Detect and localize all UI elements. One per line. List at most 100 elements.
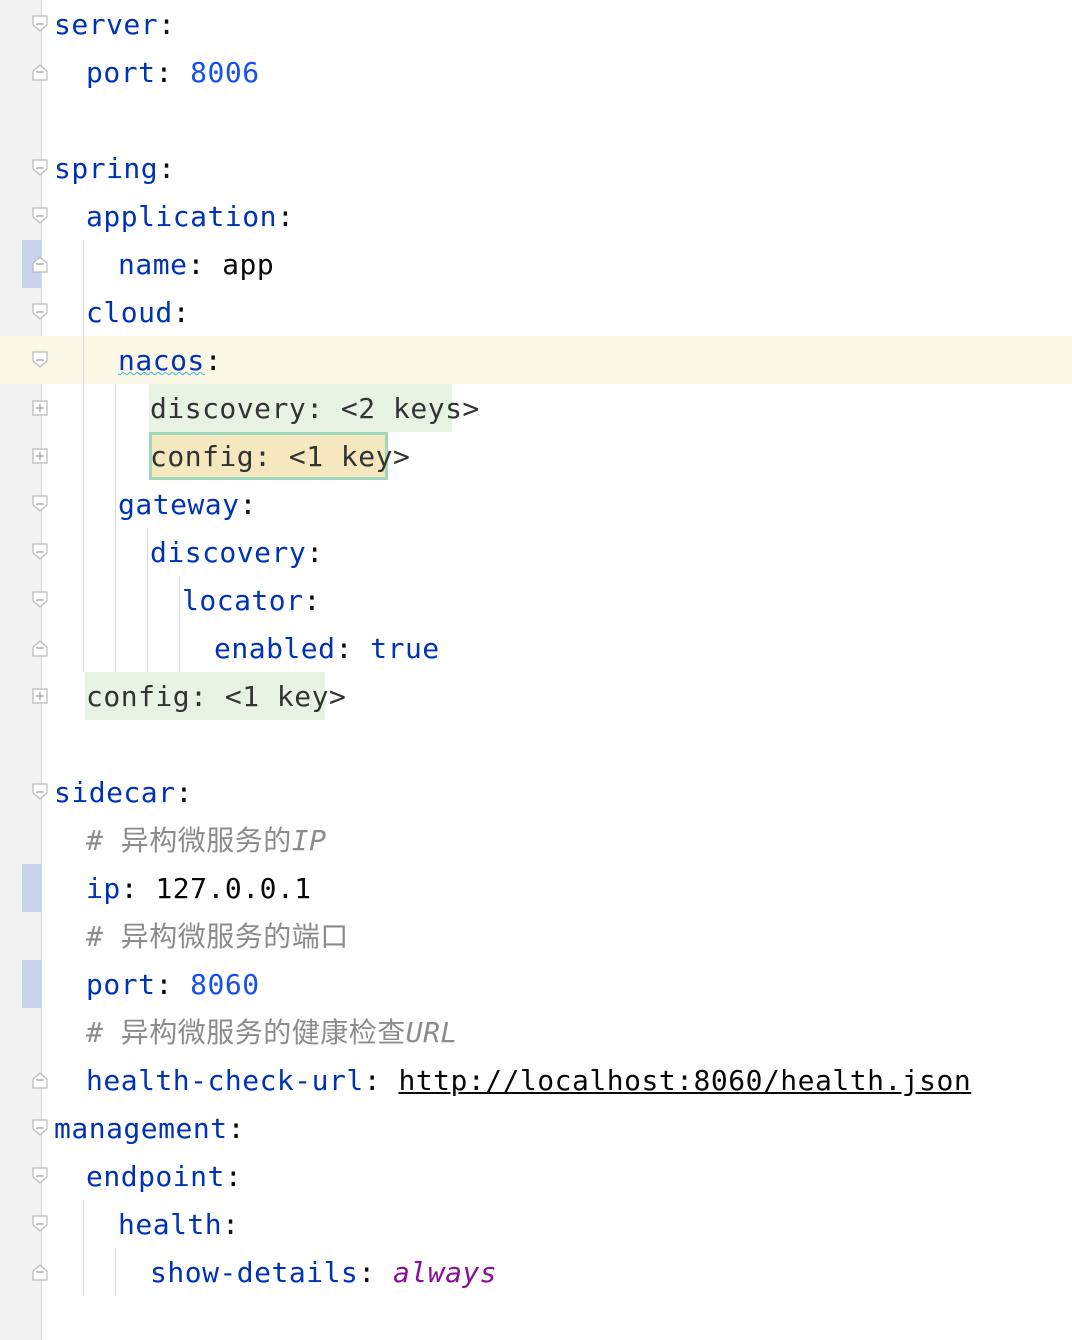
yaml-entry: port: 8060 (86, 968, 260, 1002)
yaml-entry: gateway: (118, 488, 257, 522)
fold-close-icon[interactable] (31, 639, 49, 657)
fold-open-icon[interactable] (31, 15, 49, 33)
code-line[interactable] (0, 96, 1072, 144)
yaml-key: application (86, 200, 277, 233)
folded-placeholder-text: discovery: <2 keys> (150, 392, 480, 425)
indent-guide (115, 384, 116, 672)
code-line[interactable]: health-check-url: http://localhost:8060/… (0, 1056, 1072, 1104)
yaml-entry: locator: (182, 584, 321, 618)
comment-text: # 异构微服务的健康检查 (86, 1016, 406, 1049)
code-line[interactable]: nacos: (0, 336, 1072, 384)
yaml-entry: server: (54, 8, 176, 42)
yaml-key: cloud (86, 296, 173, 329)
yaml-colon: : (158, 152, 176, 185)
code-line[interactable]: config: <1 key> (0, 672, 1072, 720)
code-line[interactable]: config: <1 key> (0, 432, 1072, 480)
fold-open-icon[interactable] (31, 159, 49, 177)
code-line[interactable]: # 异构微服务的IP (0, 816, 1072, 864)
code-line[interactable]: cloud: (0, 288, 1072, 336)
folded-region[interactable]: discovery: <2 keys> (149, 384, 479, 432)
yaml-key: locator (182, 584, 304, 617)
yaml-value: always (393, 1256, 498, 1289)
fold-close-icon[interactable] (31, 1071, 49, 1089)
yaml-key: sidecar (54, 776, 176, 809)
fold-open-icon[interactable] (31, 1167, 49, 1185)
yaml-value: 8006 (190, 56, 260, 89)
yaml-colon: : (158, 8, 176, 41)
yaml-entry: sidecar: (54, 776, 193, 810)
code-line[interactable]: port: 8060 (0, 960, 1072, 1008)
yaml-key: spring (54, 152, 159, 185)
comment-text-italic: IP (291, 824, 327, 857)
fold-open-icon[interactable] (31, 495, 49, 513)
code-line[interactable]: locator: (0, 576, 1072, 624)
yaml-entry: name: app (118, 248, 274, 282)
yaml-entry: nacos: (118, 344, 222, 378)
yaml-key: enabled (214, 632, 336, 665)
fold-open-icon[interactable] (31, 207, 49, 225)
code-line[interactable]: discovery: (0, 528, 1072, 576)
yaml-entry: cloud: (86, 296, 190, 330)
yaml-colon: : (222, 1208, 240, 1241)
code-line[interactable]: port: 8006 (0, 48, 1072, 96)
folded-region[interactable]: config: <1 key> (85, 672, 346, 720)
code-line[interactable]: sidecar: (0, 768, 1072, 816)
fold-open-icon[interactable] (31, 543, 49, 561)
yaml-colon: : (239, 488, 257, 521)
changed-line-marker[interactable] (22, 960, 41, 1008)
code-line[interactable]: # 异构微服务的健康检查URL (0, 1008, 1072, 1056)
yaml-value: app (222, 248, 275, 281)
code-line[interactable]: enabled: true (0, 624, 1072, 672)
indent-guide (83, 240, 84, 672)
yaml-key: health-check-url (86, 1064, 364, 1097)
fold-open-icon[interactable] (31, 303, 49, 321)
yaml-value: 127.0.0.1 (155, 872, 312, 905)
fold-open-icon[interactable] (31, 783, 49, 801)
code-line[interactable]: endpoint: (0, 1152, 1072, 1200)
code-line[interactable]: # 异构微服务的端口 (0, 912, 1072, 960)
fold-expand-icon[interactable] (31, 399, 49, 417)
comment-text-italic: URL (405, 1016, 458, 1049)
code-line[interactable]: discovery: <2 keys> (0, 384, 1072, 432)
folded-region[interactable]: config: <1 key> (149, 432, 410, 480)
code-line[interactable]: show-details: always (0, 1248, 1072, 1296)
folded-placeholder-text: config: <1 key> (150, 440, 411, 473)
yaml-entry: spring: (54, 152, 176, 186)
yaml-key: gateway (118, 488, 240, 521)
code-line[interactable]: server: (0, 0, 1072, 48)
code-line[interactable]: application: (0, 192, 1072, 240)
yaml-entry: health: (118, 1208, 240, 1242)
code-line[interactable]: management: (0, 1104, 1072, 1152)
yaml-comment: # 异构微服务的IP (86, 824, 326, 858)
fold-open-icon[interactable] (31, 351, 49, 369)
yaml-value: http://localhost:8060/health.json (398, 1064, 972, 1097)
fold-expand-icon[interactable] (31, 447, 49, 465)
yaml-colon: : (120, 872, 156, 905)
code-line[interactable]: health: (0, 1200, 1072, 1248)
yaml-key: name (118, 248, 188, 281)
code-line[interactable]: spring: (0, 144, 1072, 192)
code-line[interactable] (0, 720, 1072, 768)
fold-close-icon[interactable] (31, 1263, 49, 1281)
fold-open-icon[interactable] (31, 1215, 49, 1233)
yaml-colon: : (276, 200, 295, 233)
indent-guide (179, 576, 180, 672)
fold-open-icon[interactable] (31, 1119, 49, 1137)
code-line[interactable]: gateway: (0, 480, 1072, 528)
code-line[interactable]: ip: 127.0.0.1 (0, 864, 1072, 912)
fold-expand-icon[interactable] (31, 687, 49, 705)
changed-line-marker[interactable] (22, 864, 41, 912)
yaml-value: true (370, 632, 440, 665)
code-line[interactable]: name: app (0, 240, 1072, 288)
fold-close-icon[interactable] (31, 63, 49, 81)
yaml-colon: : (227, 1112, 245, 1145)
code-editor[interactable]: server: port: 8006 spring: application: name… (0, 0, 1072, 1340)
yaml-entry: discovery: (150, 536, 324, 570)
yaml-key: nacos (118, 344, 205, 377)
fold-open-icon[interactable] (31, 591, 49, 609)
comment-text: # 异构微服务的 (86, 824, 292, 857)
yaml-colon: : (187, 248, 223, 281)
yaml-key: ip (86, 872, 121, 905)
comment-text: # 异构微服务的端口 (86, 920, 349, 953)
fold-close-icon[interactable] (31, 255, 49, 273)
